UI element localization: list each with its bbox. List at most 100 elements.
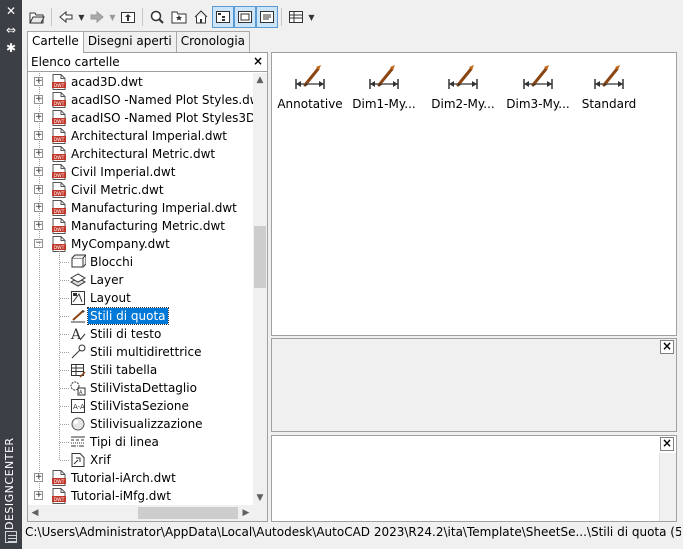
tree-item-label: Stilivisualizzazione	[90, 417, 203, 431]
description-scrollbar[interactable]	[659, 453, 676, 521]
tree-item-tutorial-iarch-dwt[interactable]: + DWT Tutorial-iArch.dwt	[28, 469, 253, 487]
tree-item-label: Manufacturing Metric.dwt	[71, 219, 225, 233]
detailview-icon: A	[70, 380, 86, 396]
scroll-thumb[interactable]	[254, 226, 266, 288]
blocks-icon	[70, 254, 88, 270]
folder-tree-panel: Elenco cartelle × + DWT acad3D.dwt + DWT acad…	[27, 52, 268, 522]
scroll-down-icon[interactable]: ▼	[253, 491, 267, 505]
load-icon[interactable]	[26, 6, 48, 28]
svg-text:DWT: DWT	[54, 101, 65, 107]
tree-item-label: MyCompany.dwt	[71, 237, 170, 251]
favorites-icon[interactable]	[168, 6, 190, 28]
tree-item-mycompany-dwt[interactable]: − DWT MyCompany.dwt	[28, 235, 253, 253]
content-item-standard[interactable]: Standard	[569, 61, 649, 111]
preview-icon[interactable]	[234, 6, 256, 28]
tree-item-label: Civil Metric.dwt	[71, 183, 164, 197]
dimstyle-icon	[70, 308, 86, 324]
svg-text:A: A	[79, 390, 83, 396]
tree-item-architectural-metric-dwt[interactable]: + DWT Architectural Metric.dwt	[28, 145, 253, 163]
svg-text:DWT: DWT	[54, 497, 65, 503]
tree-item-label: Architectural Imperial.dwt	[71, 129, 227, 143]
content-item-dim1-my[interactable]: Dim1-My...	[344, 61, 424, 111]
tree-item-acad3d-dwt[interactable]: + DWT acad3D.dwt	[28, 73, 253, 91]
tree-connector-line	[60, 388, 69, 389]
tree-item-manufacturing-imperial-dwt[interactable]: + DWT Manufacturing Imperial.dwt	[28, 199, 253, 217]
tree-item-acadiso-named-plot-styles-dwt[interactable]: + DWT acadISO -Named Plot Styles.dwt	[28, 91, 253, 109]
autohide-icon[interactable]: ⇔	[0, 23, 22, 37]
tree-item-label: Architectural Metric.dwt	[71, 147, 216, 161]
scroll-right-icon[interactable]: ▶	[239, 505, 253, 521]
tree-item-label: Xrif	[90, 453, 111, 467]
home-icon[interactable]	[190, 6, 212, 28]
palette-grip-icon[interactable]	[5, 531, 17, 543]
tree-item-civil-imperial-dwt[interactable]: + DWT Civil Imperial.dwt	[28, 163, 253, 181]
tree-item-label: StiliVistaDettaglio	[90, 381, 197, 395]
dimension-style-icon	[498, 61, 578, 91]
textstyle-icon: A	[70, 326, 86, 343]
tree-item-label: Layout	[90, 291, 131, 305]
dwt-file-icon: DWT	[52, 74, 68, 90]
close-icon[interactable]: ×	[660, 340, 674, 354]
forward-dropdown-icon[interactable]: ▼	[108, 13, 117, 22]
dimension-style-icon	[344, 61, 424, 91]
dwt-file-icon: DWT	[52, 470, 68, 486]
tree-connector-line	[60, 280, 69, 281]
tree-item-tutorial-imfg-dwt[interactable]: + DWT Tutorial-iMfg.dwt	[28, 487, 253, 505]
tree-connector-line	[60, 370, 69, 371]
back-icon[interactable]	[55, 6, 77, 28]
dwt-file-icon: DWT	[52, 182, 68, 198]
tree-horizontal-scrollbar[interactable]: ◀ ▶	[28, 505, 253, 521]
tree-vertical-scrollbar[interactable]: ▲ ▼	[253, 73, 267, 505]
tree-item-label: StiliVistaSezione	[90, 399, 189, 413]
tree-connector-line	[59, 251, 60, 460]
tree-connector-line	[60, 442, 69, 443]
palette-title: DESIGNCENTER	[3, 437, 16, 530]
content-item-annotative[interactable]: Annotative	[270, 61, 350, 111]
dwt-file-icon: DWT	[52, 488, 68, 504]
tree-connector-line	[60, 298, 69, 299]
tree-view-toggle-icon[interactable]	[212, 6, 234, 28]
up-icon[interactable]	[117, 6, 139, 28]
search-icon[interactable]	[146, 6, 168, 28]
tree-item-acadiso-named-plot-styles3d-dwt[interactable]: +DWTacadISO -Named Plot Styles3D.dwt	[28, 109, 253, 127]
description-icon[interactable]	[256, 6, 278, 28]
svg-text:DWT: DWT	[54, 227, 65, 233]
back-dropdown-icon[interactable]: ▼	[77, 13, 86, 22]
tree-connector-line	[60, 460, 69, 461]
content-item-dim3-my[interactable]: Dim3-My...	[498, 61, 578, 111]
scroll-left-icon[interactable]: ◀	[28, 505, 42, 521]
scroll-up-icon[interactable]: ▲	[253, 73, 267, 87]
tree-connector-line	[60, 334, 69, 335]
tree-item-manufacturing-metric-dwt[interactable]: + DWT Manufacturing Metric.dwt	[28, 217, 253, 235]
tree-item-architectural-imperial-dwt[interactable]: + DWT Architectural Imperial.dwt	[28, 127, 253, 145]
palette-title-bar[interactable]: ✕ ⇔ ✱ DESIGNCENTER	[0, 0, 22, 549]
tree-item-label: Civil Imperial.dwt	[71, 165, 176, 179]
tree-item-civil-metric-dwt[interactable]: + DWT Civil Metric.dwt	[28, 181, 253, 199]
folder-list-title: Elenco cartelle	[31, 55, 120, 69]
close-icon[interactable]: ×	[660, 437, 674, 451]
content-item-dim2-my[interactable]: Dim2-My...	[423, 61, 503, 111]
views-dropdown-icon[interactable]: ▼	[307, 13, 316, 22]
tab-cartelle[interactable]: Cartelle	[27, 31, 84, 53]
dwt-file-icon: DWT	[52, 110, 68, 126]
svg-text:A-A: A-A	[73, 403, 85, 411]
dimension-style-icon	[423, 61, 503, 91]
tab-disegni-aperti[interactable]: Disegni aperti	[82, 31, 177, 52]
tab-cronologia[interactable]: Cronologia	[175, 31, 251, 52]
views-icon[interactable]	[285, 6, 307, 28]
content-item-label: Dim1-My...	[352, 97, 416, 111]
svg-text:DWT: DWT	[54, 119, 65, 125]
layout-icon	[70, 290, 86, 306]
scroll-thumb[interactable]	[138, 507, 238, 519]
layers-icon	[69, 272, 87, 288]
tree-item-label: Manufacturing Imperial.dwt	[71, 201, 237, 215]
close-icon[interactable]: ✕	[0, 4, 22, 18]
dwt-file-icon: DWT	[52, 200, 68, 216]
content-area[interactable]: Annotative Dim1-My... Dim2-My... Dim3-My...…	[271, 52, 677, 336]
dwt-file-icon: DWT	[52, 146, 68, 162]
tree-connector-line	[60, 352, 69, 353]
properties-icon[interactable]: ✱	[0, 41, 22, 55]
folder-tree[interactable]: + DWT acad3D.dwt + DWT acadISO -Named Plot St…	[28, 73, 253, 505]
forward-icon[interactable]	[86, 6, 108, 28]
close-icon[interactable]: ×	[251, 55, 265, 69]
